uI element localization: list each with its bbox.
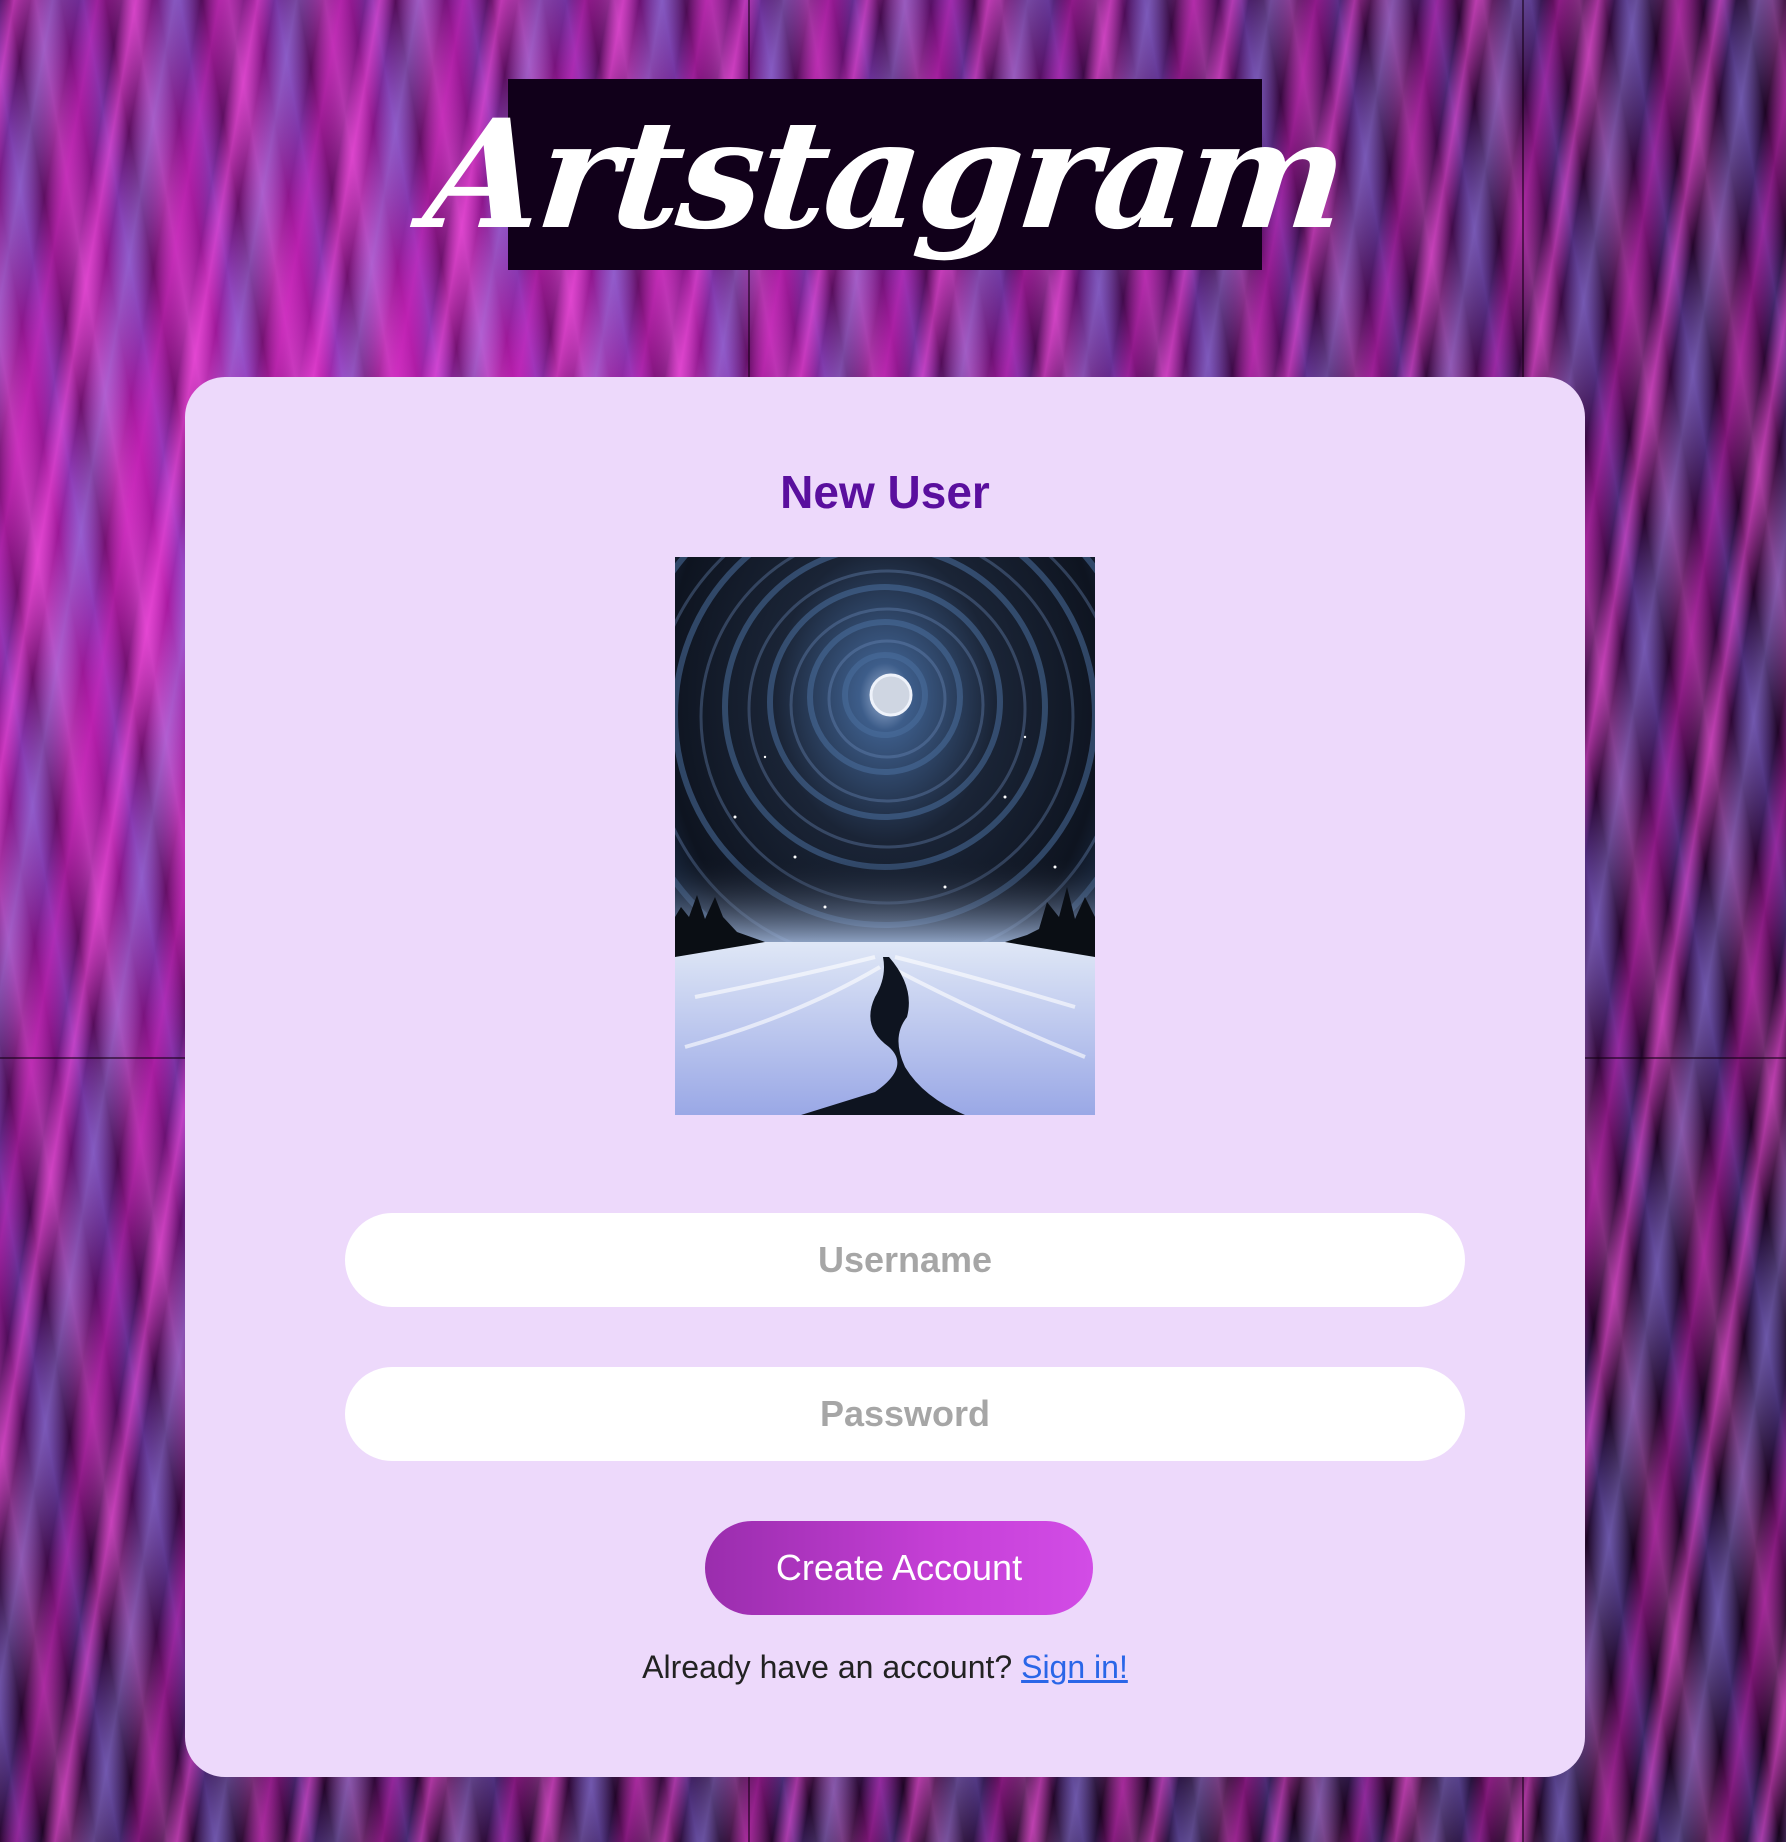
create-account-button[interactable]: Create Account — [705, 1521, 1093, 1615]
signup-card: New User Username Create Account Already… — [185, 377, 1585, 1777]
username-input[interactable] — [345, 1213, 1465, 1307]
app-logo: Artstagram — [418, 79, 1352, 270]
signin-prompt-row: Already have an account? Sign in! — [185, 1649, 1585, 1686]
password-input[interactable] — [345, 1367, 1465, 1461]
artwork-image — [675, 557, 1095, 1115]
form-title: New User — [780, 466, 990, 518]
signin-link[interactable]: Sign in! — [1021, 1649, 1128, 1685]
signin-prompt-text: Already have an account? — [642, 1649, 1013, 1685]
logo-text: Artstagram — [418, 86, 1352, 263]
